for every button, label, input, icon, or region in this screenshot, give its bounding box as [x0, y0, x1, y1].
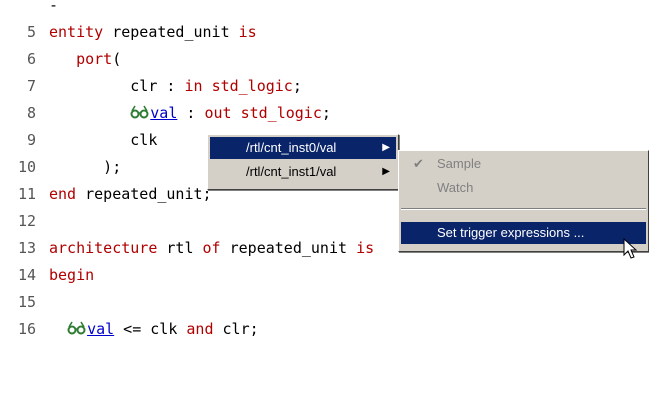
code-line: 7 clr : in std_logic;	[0, 73, 649, 100]
glasses-icon[interactable]	[67, 321, 87, 335]
code-line: 5 entity repeated_unit is	[0, 19, 649, 46]
line-number: 8	[26, 104, 36, 122]
code-text: repeated_unit;	[76, 185, 212, 203]
menu-item-label: Watch	[437, 180, 474, 195]
menu-item-watch[interactable]: Watch	[401, 177, 646, 199]
signal-context-menu: /rtl/cnt_inst0/val ▶ /rtl/cnt_inst1/val …	[207, 134, 399, 190]
line-number: 15	[17, 293, 36, 311]
code-line: 16 val <= clk and clr;	[0, 316, 649, 343]
menu-item-label: /rtl/cnt_inst0/val	[246, 140, 337, 155]
line-number: 12	[17, 212, 36, 230]
line-number: 6	[26, 50, 36, 68]
menu-item-set-trigger-expressions[interactable]: Set trigger expressions ...	[401, 222, 646, 244]
keyword: of	[202, 239, 221, 257]
line-code: val <= clk and clr;	[49, 316, 259, 343]
keyword: entity	[49, 23, 104, 41]
code-line: 8 val : out std_logic;	[0, 100, 649, 127]
menu-separator	[401, 208, 646, 210]
keyword: is	[238, 23, 257, 41]
line-number: 10	[17, 158, 36, 176]
code-text: (	[112, 50, 122, 68]
line-code: entity repeated_unit is	[49, 19, 257, 46]
code-line: 6 port(	[0, 46, 649, 73]
submenu-arrow-icon: ▶	[382, 166, 390, 177]
signal-submenu: ✔ Sample Watch Set trigger expressions .…	[398, 150, 649, 252]
keyword: port	[76, 50, 113, 68]
code-line: -	[0, 0, 649, 19]
code-text: :	[177, 104, 205, 122]
code-line: 14 begin	[0, 262, 649, 289]
code-text: <= clk	[114, 320, 187, 338]
line-number: 7	[26, 77, 36, 95]
line-number: 5	[26, 23, 36, 41]
line-code: port(	[49, 46, 121, 73]
checkmark-icon: ✔	[413, 156, 424, 171]
line-code: -	[49, 0, 58, 19]
code-text: clr;	[213, 320, 259, 338]
code-text: repeated_unit	[220, 239, 357, 257]
menu-item-label: Sample	[437, 156, 482, 171]
menu-item-label: /rtl/cnt_inst1/val	[246, 164, 337, 179]
keyword: and	[186, 320, 214, 338]
menu-item-label: Set trigger expressions ...	[437, 225, 585, 240]
keyword: std_logic	[211, 77, 293, 95]
signal-link-val[interactable]: val	[87, 320, 114, 338]
code-text: repeated_unit	[103, 23, 239, 41]
code-text: clk	[49, 131, 158, 149]
code-text: ;	[292, 77, 302, 95]
line-number: 14	[17, 266, 36, 284]
glasses-icon[interactable]	[130, 105, 150, 119]
code-text: rtl	[157, 239, 203, 257]
line-number: 13	[17, 239, 36, 257]
keyword: begin	[49, 266, 95, 284]
code-text: ;	[321, 104, 331, 122]
submenu-arrow-icon: ▶	[382, 142, 390, 153]
menu-item-cnt-inst1-val[interactable]: /rtl/cnt_inst1/val ▶	[210, 161, 396, 183]
code-text: clr :	[49, 77, 185, 95]
code-line: 15	[0, 289, 649, 316]
line-code: begin	[49, 262, 94, 289]
line-code: architecture rtl of repeated_unit is	[49, 235, 374, 262]
line-code: );	[49, 154, 121, 181]
line-code: end repeated_unit;	[49, 181, 212, 208]
mouse-pointer-icon	[623, 238, 638, 259]
keyword: std_logic	[240, 104, 322, 122]
keyword: in	[184, 77, 203, 95]
line-number: 16	[17, 320, 36, 338]
keyword: end	[49, 185, 77, 203]
line-number: 11	[17, 185, 36, 203]
code-text: );	[49, 158, 122, 176]
line-code: val : out std_logic;	[49, 100, 331, 127]
menu-item-cnt-inst0-val[interactable]: /rtl/cnt_inst0/val ▶	[210, 137, 396, 159]
code-text: -	[49, 0, 59, 14]
menu-item-sample[interactable]: ✔ Sample	[401, 153, 646, 175]
keyword: is	[356, 239, 375, 257]
keyword: out	[204, 104, 232, 122]
line-number: 9	[26, 131, 36, 149]
line-code: clk	[49, 127, 157, 154]
signal-link-val[interactable]: val	[150, 104, 177, 122]
line-code: clr : in std_logic;	[49, 73, 302, 100]
keyword: architecture	[49, 239, 158, 257]
